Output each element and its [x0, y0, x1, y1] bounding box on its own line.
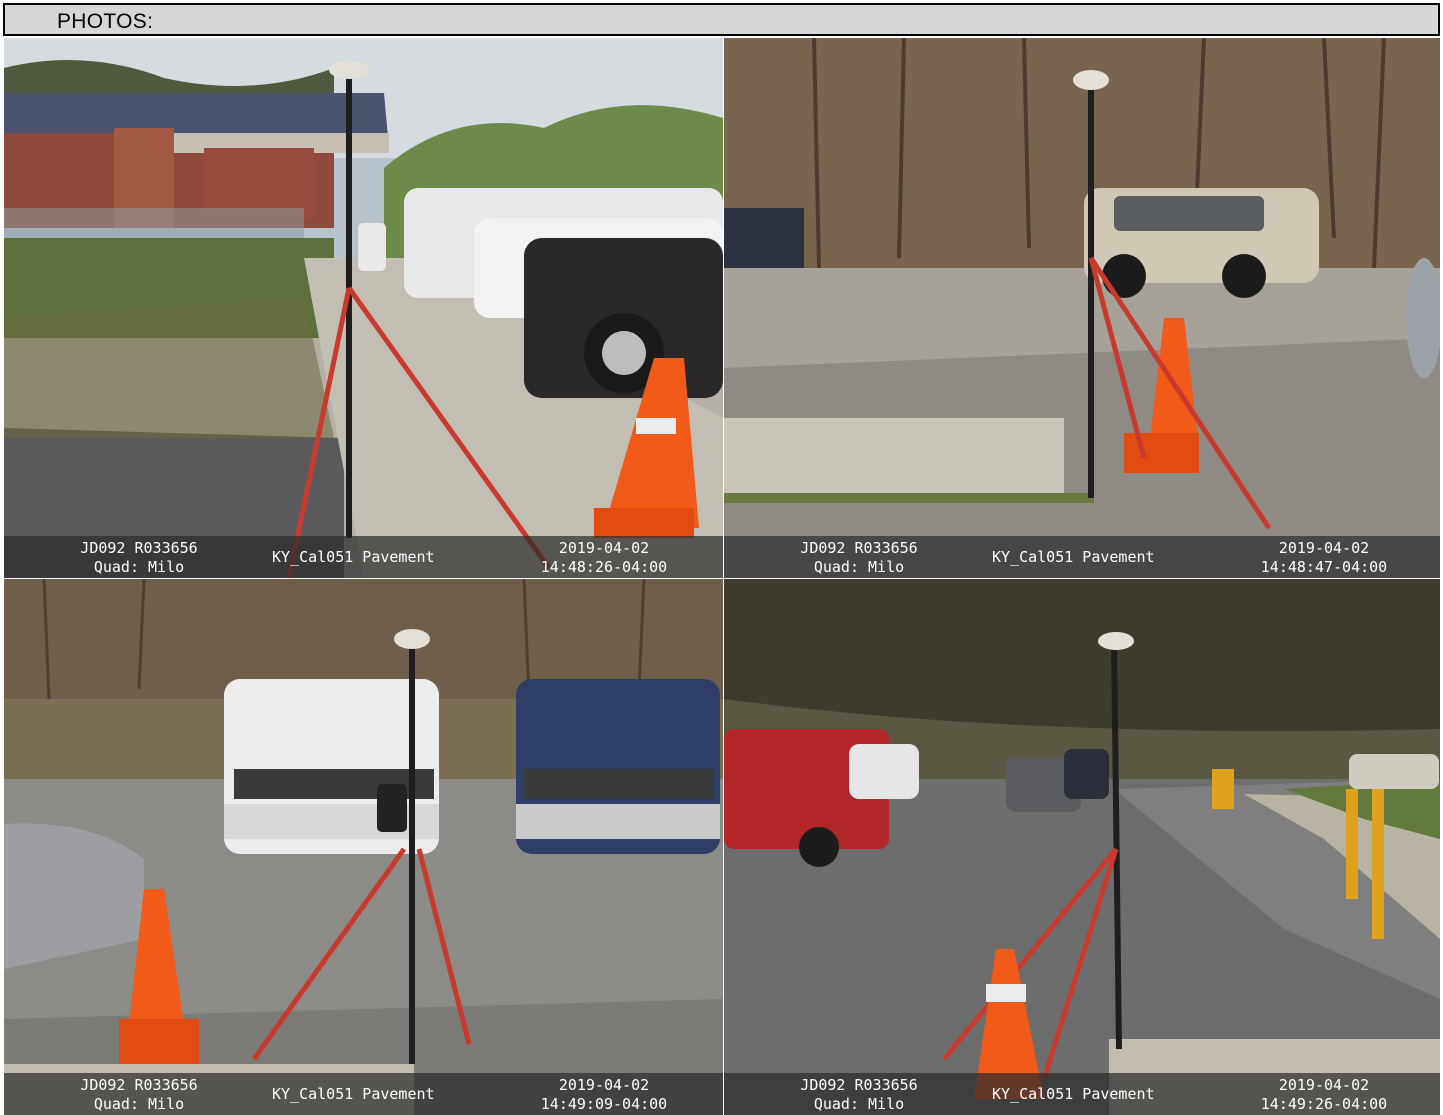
photo-2-time: 14:48:47-04:00 — [1260, 558, 1388, 576]
photo-4-timestamp: 2019-04-02 14:49:26-04:00 — [1244, 1076, 1404, 1114]
photo-4-image — [724, 579, 1440, 1115]
photo-4: JD092 R033656 Quad: Milo KY_Cal051 Paveme… — [724, 579, 1440, 1115]
photos-header-label: PHOTOS: — [57, 10, 154, 33]
photo-1-image — [4, 38, 723, 578]
photo-1-code: JD092 R033656 — [80, 539, 198, 557]
photo-1-site: KY_Cal051 Pavement — [272, 548, 435, 566]
photo-4-time: 14:49:26-04:00 — [1260, 1095, 1388, 1113]
photo-1: JD092 R033656 Quad: Milo KY_Cal051 Paveme… — [4, 38, 723, 578]
photo-2-code: JD092 R033656 — [800, 539, 918, 557]
photo-4-date: 2019-04-02 — [1278, 1076, 1370, 1094]
photo-3-id: JD092 R033656 Quad: Milo — [59, 1076, 219, 1114]
photos-header: PHOTOS: — [3, 3, 1440, 36]
photo-4-code: JD092 R033656 — [800, 1076, 918, 1094]
photo-1-caption: JD092 R033656 Quad: Milo KY_Cal051 Paveme… — [4, 536, 723, 578]
photo-grid: JD092 R033656 Quad: Milo KY_Cal051 Paveme… — [4, 38, 1440, 1115]
photo-1-time: 14:48:26-04:00 — [540, 558, 668, 576]
photo-2-site: KY_Cal051 Pavement — [992, 548, 1155, 566]
photo-2-image — [724, 38, 1440, 578]
photo-1-quad: Quad: Milo — [93, 558, 185, 576]
photo-4-caption: JD092 R033656 Quad: Milo KY_Cal051 Paveme… — [724, 1073, 1440, 1115]
photo-3: JD092 R033656 Quad: Milo KY_Cal051 Paveme… — [4, 579, 723, 1115]
photo-3-code: JD092 R033656 — [80, 1076, 198, 1094]
photo-1-id: JD092 R033656 Quad: Milo — [59, 539, 219, 577]
photo-3-quad: Quad: Milo — [93, 1095, 185, 1113]
photo-4-quad: Quad: Milo — [813, 1095, 905, 1113]
photo-2-caption: JD092 R033656 Quad: Milo KY_Cal051 Paveme… — [724, 536, 1440, 578]
photo-2-timestamp: 2019-04-02 14:48:47-04:00 — [1244, 539, 1404, 577]
photo-4-id: JD092 R033656 Quad: Milo — [779, 1076, 939, 1114]
photo-1-timestamp: 2019-04-02 14:48:26-04:00 — [524, 539, 684, 577]
photo-2-date: 2019-04-02 — [1278, 539, 1370, 557]
photo-3-caption: JD092 R033656 Quad: Milo KY_Cal051 Paveme… — [4, 1073, 723, 1115]
photo-2-quad: Quad: Milo — [813, 558, 905, 576]
photo-1-date: 2019-04-02 — [558, 539, 650, 557]
photo-2: JD092 R033656 Quad: Milo KY_Cal051 Paveme… — [724, 38, 1440, 578]
photo-3-site: KY_Cal051 Pavement — [272, 1085, 435, 1103]
photo-2-id: JD092 R033656 Quad: Milo — [779, 539, 939, 577]
photo-3-time: 14:49:09-04:00 — [540, 1095, 668, 1113]
photo-3-image — [4, 579, 723, 1115]
photo-3-timestamp: 2019-04-02 14:49:09-04:00 — [524, 1076, 684, 1114]
photo-4-site: KY_Cal051 Pavement — [992, 1085, 1155, 1103]
photo-3-date: 2019-04-02 — [558, 1076, 650, 1094]
